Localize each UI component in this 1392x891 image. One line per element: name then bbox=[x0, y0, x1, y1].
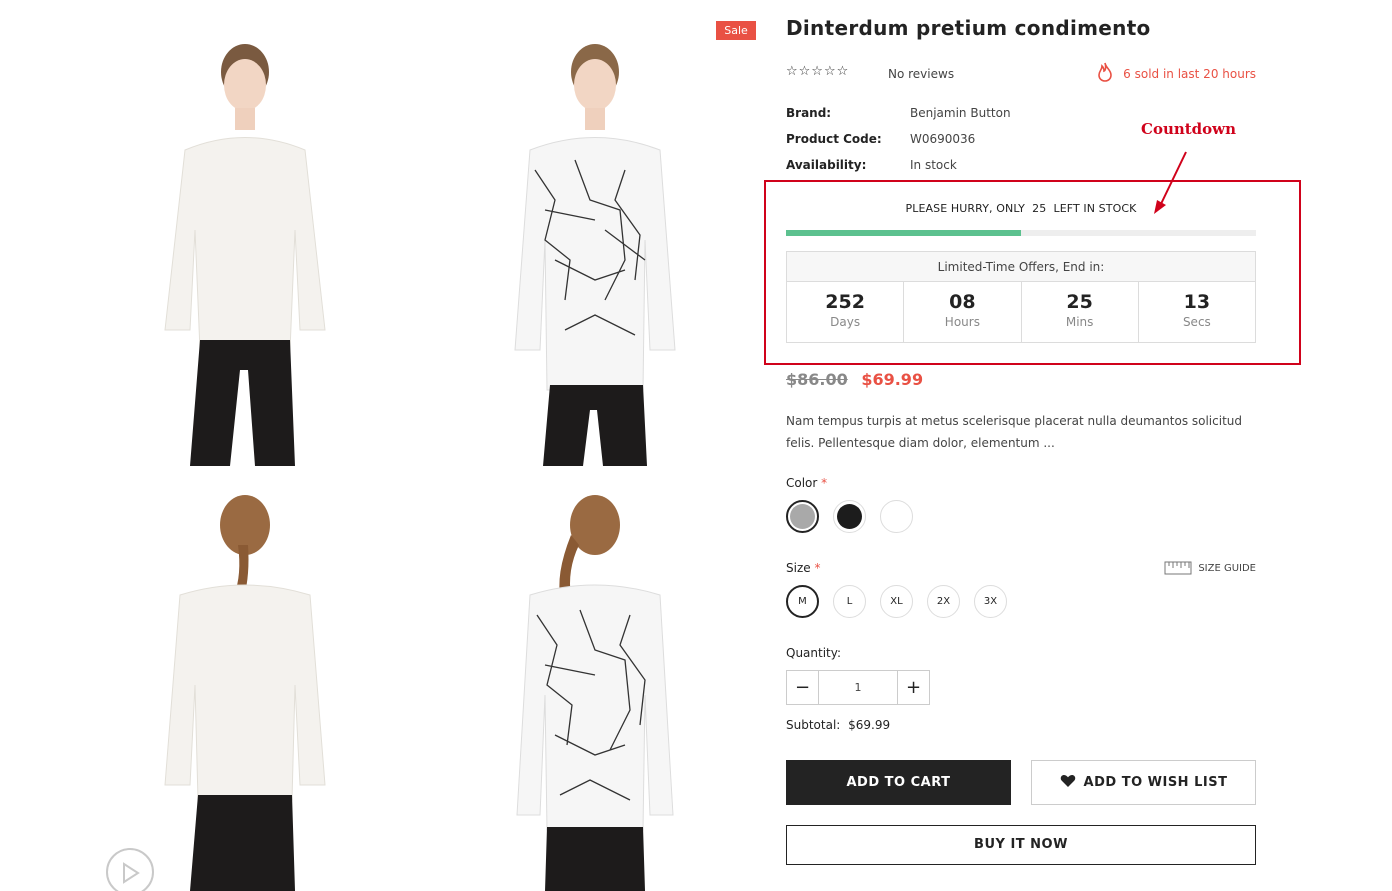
timer-hours-value: 08 bbox=[949, 291, 976, 313]
quantity-decrease-button[interactable]: − bbox=[787, 671, 819, 704]
timer-hours-unit: Hours bbox=[944, 315, 980, 329]
required-mark: * bbox=[814, 561, 821, 575]
size-option-3x[interactable]: 3X bbox=[974, 585, 1007, 618]
product-image-back-pattern[interactable] bbox=[475, 485, 715, 891]
size-option-l[interactable]: L bbox=[833, 585, 866, 618]
timer-mins: 25 Mins bbox=[1022, 282, 1139, 342]
countdown-timer: Limited-Time Offers, End in: 252 Days 08… bbox=[786, 251, 1256, 343]
play-video-button[interactable] bbox=[106, 848, 154, 891]
timer-secs-value: 13 bbox=[1183, 291, 1211, 313]
brand-row: Brand: Benjamin Button bbox=[786, 106, 1086, 132]
add-to-wishlist-button[interactable]: ADD TO WISH LIST bbox=[1031, 760, 1256, 805]
countdown-annotation: Countdown bbox=[1141, 120, 1236, 138]
quantity-input[interactable] bbox=[819, 671, 897, 704]
reviews-count[interactable]: No reviews bbox=[888, 67, 954, 81]
timer-hours: 08 Hours bbox=[904, 282, 1022, 342]
product-image-front-pattern[interactable] bbox=[475, 30, 715, 466]
availability-value: In stock bbox=[910, 158, 957, 172]
add-to-cart-button[interactable]: ADD TO CART bbox=[786, 760, 1011, 805]
add-to-cart-label: ADD TO CART bbox=[846, 775, 951, 790]
stock-hurry-text: PLEASE HURRY, ONLY 25 LEFT IN STOCK bbox=[905, 202, 1137, 215]
play-icon bbox=[123, 862, 140, 884]
buy-it-now-label: BUY IT NOW bbox=[974, 837, 1068, 852]
product-code-value: W0690036 bbox=[910, 132, 976, 146]
timer-days-value: 252 bbox=[825, 291, 865, 313]
size-guide-label: SIZE GUIDE bbox=[1198, 562, 1256, 574]
swatch-fill bbox=[790, 504, 815, 529]
product-image-front-white[interactable] bbox=[130, 30, 360, 466]
product-meta: Brand: Benjamin Button Product Code: W06… bbox=[786, 106, 1086, 184]
heart-icon bbox=[1060, 774, 1075, 787]
add-to-wishlist-label: ADD TO WISH LIST bbox=[1083, 775, 1228, 790]
color-swatch-black[interactable] bbox=[833, 500, 866, 533]
product-title: Dinterdum pretium condimento bbox=[786, 16, 1151, 40]
size-guide-link[interactable]: SIZE GUIDE bbox=[1164, 561, 1256, 575]
color-swatch-white[interactable] bbox=[880, 500, 913, 533]
quantity-stepper: − + bbox=[786, 670, 930, 705]
brand-value[interactable]: Benjamin Button bbox=[910, 106, 1011, 120]
quantity-increase-button[interactable]: + bbox=[897, 671, 929, 704]
color-label: Color * bbox=[786, 476, 827, 490]
sale-price: $69.99 bbox=[861, 370, 924, 389]
fire-icon bbox=[1098, 62, 1112, 82]
size-label: Size * bbox=[786, 561, 820, 575]
color-swatch-grey[interactable] bbox=[786, 500, 819, 533]
product-image-back-white[interactable] bbox=[130, 485, 360, 891]
size-option-xl[interactable]: XL bbox=[880, 585, 913, 618]
availability-row: Availability: In stock bbox=[786, 158, 1086, 184]
rating-row: ☆☆☆☆☆ No reviews 6 sold in last 20 hours bbox=[786, 62, 1256, 84]
product-description: Nam tempus turpis at metus scelerisque p… bbox=[786, 414, 1242, 450]
size-option-m[interactable]: M bbox=[786, 585, 819, 618]
sold-counter: 6 sold in last 20 hours bbox=[1123, 67, 1256, 81]
quantity-label: Quantity: bbox=[786, 646, 842, 660]
price-block: $86.00 $69.99 bbox=[786, 370, 923, 389]
timer-days-unit: Days bbox=[830, 315, 861, 329]
star-rating[interactable]: ☆☆☆☆☆ bbox=[786, 64, 849, 79]
product-gallery: Sale bbox=[0, 0, 770, 891]
size-option-2x[interactable]: 2X bbox=[927, 585, 960, 618]
buy-it-now-button[interactable]: BUY IT NOW bbox=[786, 825, 1256, 865]
subtotal: Subtotal: $69.99 bbox=[786, 718, 890, 732]
subtotal-label: Subtotal: bbox=[786, 718, 841, 732]
size-options: M L XL 2X 3X bbox=[786, 585, 1007, 618]
timer-mins-value: 25 bbox=[1066, 291, 1093, 313]
color-label-text: Color bbox=[786, 476, 818, 490]
timer-mins-unit: Mins bbox=[1065, 315, 1094, 329]
ruler-icon bbox=[1164, 561, 1192, 575]
timer-secs-unit: Secs bbox=[1182, 315, 1211, 329]
swatch-fill bbox=[884, 504, 909, 529]
stock-progress-bar bbox=[786, 230, 1256, 236]
old-price: $86.00 bbox=[786, 370, 848, 389]
availability-label: Availability: bbox=[786, 158, 867, 172]
timer-secs: 13 Secs bbox=[1139, 282, 1255, 342]
size-label-text: Size bbox=[786, 561, 811, 575]
required-mark: * bbox=[821, 476, 828, 490]
timer-heading: Limited-Time Offers, End in: bbox=[787, 252, 1255, 282]
timer-days: 252 Days bbox=[787, 282, 905, 342]
sale-badge: Sale bbox=[716, 21, 756, 40]
brand-label: Brand: bbox=[786, 106, 832, 120]
subtotal-value: $69.99 bbox=[848, 718, 891, 732]
swatch-fill bbox=[837, 504, 862, 529]
stock-progress-fill bbox=[786, 230, 1021, 236]
color-swatches bbox=[786, 500, 913, 533]
product-code-row: Product Code: W0690036 bbox=[786, 132, 1086, 158]
product-code-label: Product Code: bbox=[786, 132, 882, 146]
